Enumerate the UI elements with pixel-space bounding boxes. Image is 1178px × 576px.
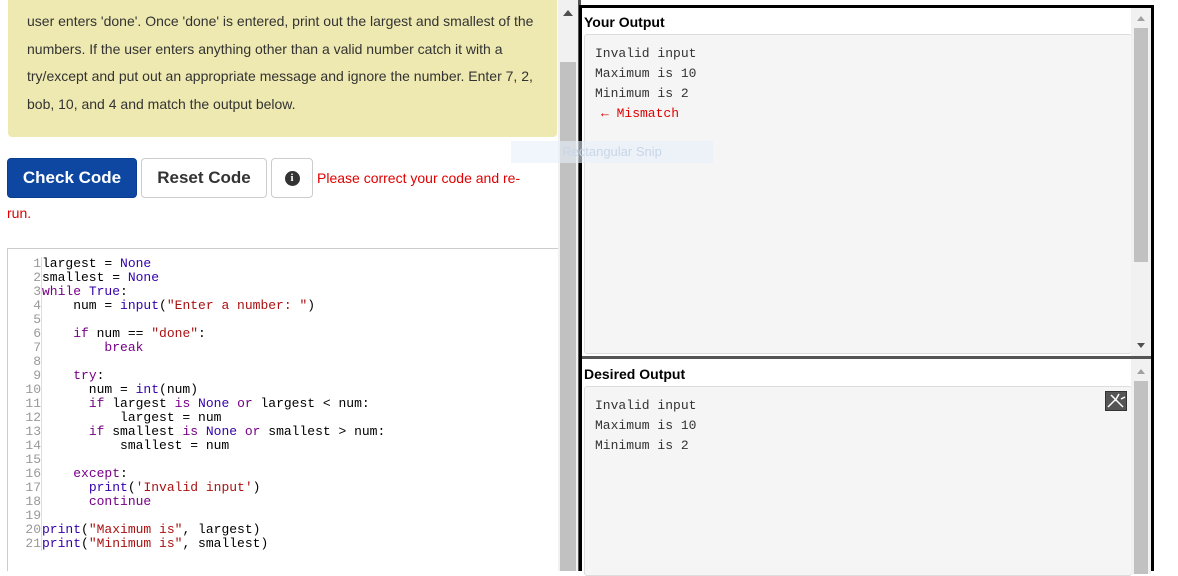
scroll-thumb[interactable]: [1134, 381, 1148, 574]
scroll-thumb[interactable]: [560, 62, 576, 571]
code-line[interactable]: [42, 355, 385, 369]
output-panel: Your Output Invalid input Maximum is 10 …: [579, 5, 1154, 576]
code-editor[interactable]: 1 2 3 4 5 6 7 8 9 10 11 12 13 14 15 16 1…: [7, 248, 558, 571]
code-line[interactable]: while True:: [42, 285, 385, 299]
code-line[interactable]: continue: [42, 495, 385, 509]
line-number: 10: [25, 382, 41, 397]
desired-output-title: Desired Output: [584, 366, 686, 382]
instructions-line-2: numbers. If the user enters anything oth…: [27, 40, 503, 57]
code-line[interactable]: num = input("Enter a number: "): [42, 299, 385, 313]
your-output-line: Maximum is 10: [595, 66, 697, 81]
line-number: 20: [25, 522, 41, 537]
line-number: 8: [33, 354, 41, 369]
code-line[interactable]: smallest = None: [42, 271, 385, 285]
code-line[interactable]: if smallest is None or smallest > num:: [42, 425, 385, 439]
code-line[interactable]: [42, 453, 385, 467]
line-number: 4: [33, 298, 41, 313]
code-line[interactable]: smallest = num: [42, 439, 385, 453]
code-line[interactable]: print("Maximum is", largest): [42, 523, 385, 537]
your-output-line: Invalid input: [595, 46, 697, 61]
line-number: 15: [25, 452, 41, 467]
line-number: 6: [33, 326, 41, 341]
line-number: 2: [33, 270, 41, 285]
desired-output-box: Invalid input Maximum is 10 Minimum is 2: [584, 386, 1132, 576]
line-number: 19: [25, 508, 41, 523]
code-line[interactable]: try:: [42, 369, 385, 383]
code-line[interactable]: except:: [42, 467, 385, 481]
line-number: 5: [33, 312, 41, 327]
info-button[interactable]: i: [271, 158, 313, 198]
instructions-line-3: try/except and put out an appropriate me…: [27, 68, 533, 84]
line-number: 21: [25, 536, 41, 551]
left-scrollbar[interactable]: [558, 0, 578, 571]
desired-output-line: Invalid input: [595, 398, 697, 413]
line-number: 3: [33, 284, 41, 299]
line-number: 1: [33, 256, 41, 271]
code-line[interactable]: [42, 509, 385, 523]
code-line[interactable]: break: [42, 341, 385, 355]
info-icon: i: [284, 170, 300, 186]
check-code-button[interactable]: Check Code: [7, 158, 137, 198]
line-number: 13: [25, 424, 41, 439]
line-number: 14: [25, 438, 41, 453]
your-output-line: Minimum is 2: [595, 86, 689, 101]
code-line[interactable]: num = int(num): [42, 383, 385, 397]
line-number-gutter: 1 2 3 4 5 6 7 8 9 10 11 12 13 14 15 16 1…: [16, 257, 44, 551]
code-line[interactable]: print("Minimum is", smallest): [42, 537, 385, 551]
error-message: Please correct your code and re-: [317, 170, 521, 186]
your-output-title: Your Output: [584, 14, 665, 30]
reset-code-button[interactable]: Reset Code: [141, 158, 267, 198]
output-divider[interactable]: [582, 356, 1151, 359]
line-number: 12: [25, 410, 41, 425]
code-line[interactable]: if num == "done":: [42, 327, 385, 341]
scroll-down-arrow-icon[interactable]: [1137, 343, 1145, 348]
code-line[interactable]: largest = None: [42, 257, 385, 271]
code-line[interactable]: [42, 313, 385, 327]
line-number: 16: [25, 466, 41, 481]
line-number: 17: [25, 480, 41, 495]
broken-image-icon: [1105, 391, 1127, 411]
desired-output-line: Minimum is 2: [595, 438, 689, 453]
mismatch-indicator: ← Mismatch: [601, 106, 680, 121]
instructions-text: user enters 'done'. Once 'done' is enter…: [8, 0, 557, 118]
instructions-box: user enters 'done'. Once 'done' is enter…: [8, 0, 557, 137]
desired-output-scrollbar[interactable]: [1131, 359, 1151, 574]
rectangular-snip-overlay: Rectangular Snip: [511, 141, 713, 163]
your-output-scrollbar[interactable]: [1131, 8, 1151, 356]
instructions-line-4: bob, 10, and 4 and match the output belo…: [27, 95, 296, 112]
left-panel: user enters 'done'. Once 'done' is enter…: [0, 0, 558, 571]
desired-output-line: Maximum is 10: [595, 418, 697, 433]
error-message-continued: run.: [7, 205, 32, 221]
scroll-up-arrow-icon[interactable]: [1137, 369, 1145, 374]
your-output-box: Invalid input Maximum is 10 Minimum is 2…: [584, 34, 1132, 354]
scroll-up-arrow-icon[interactable]: [1137, 16, 1145, 21]
scroll-thumb[interactable]: [1134, 28, 1148, 262]
scroll-up-arrow-icon[interactable]: [563, 10, 573, 16]
instructions-line-1: user enters 'done'. Once 'done' is enter…: [27, 13, 534, 29]
code-line[interactable]: print('Invalid input'): [42, 481, 385, 495]
code-content[interactable]: largest = None smallest = None while True:…: [41, 257, 385, 551]
line-number: 9: [33, 368, 41, 383]
code-line[interactable]: largest = num: [42, 411, 385, 425]
line-number: 11: [25, 396, 41, 411]
code-line[interactable]: if largest is None or largest < num:: [42, 397, 385, 411]
line-number: 18: [25, 494, 41, 509]
line-number: 7: [33, 340, 41, 355]
